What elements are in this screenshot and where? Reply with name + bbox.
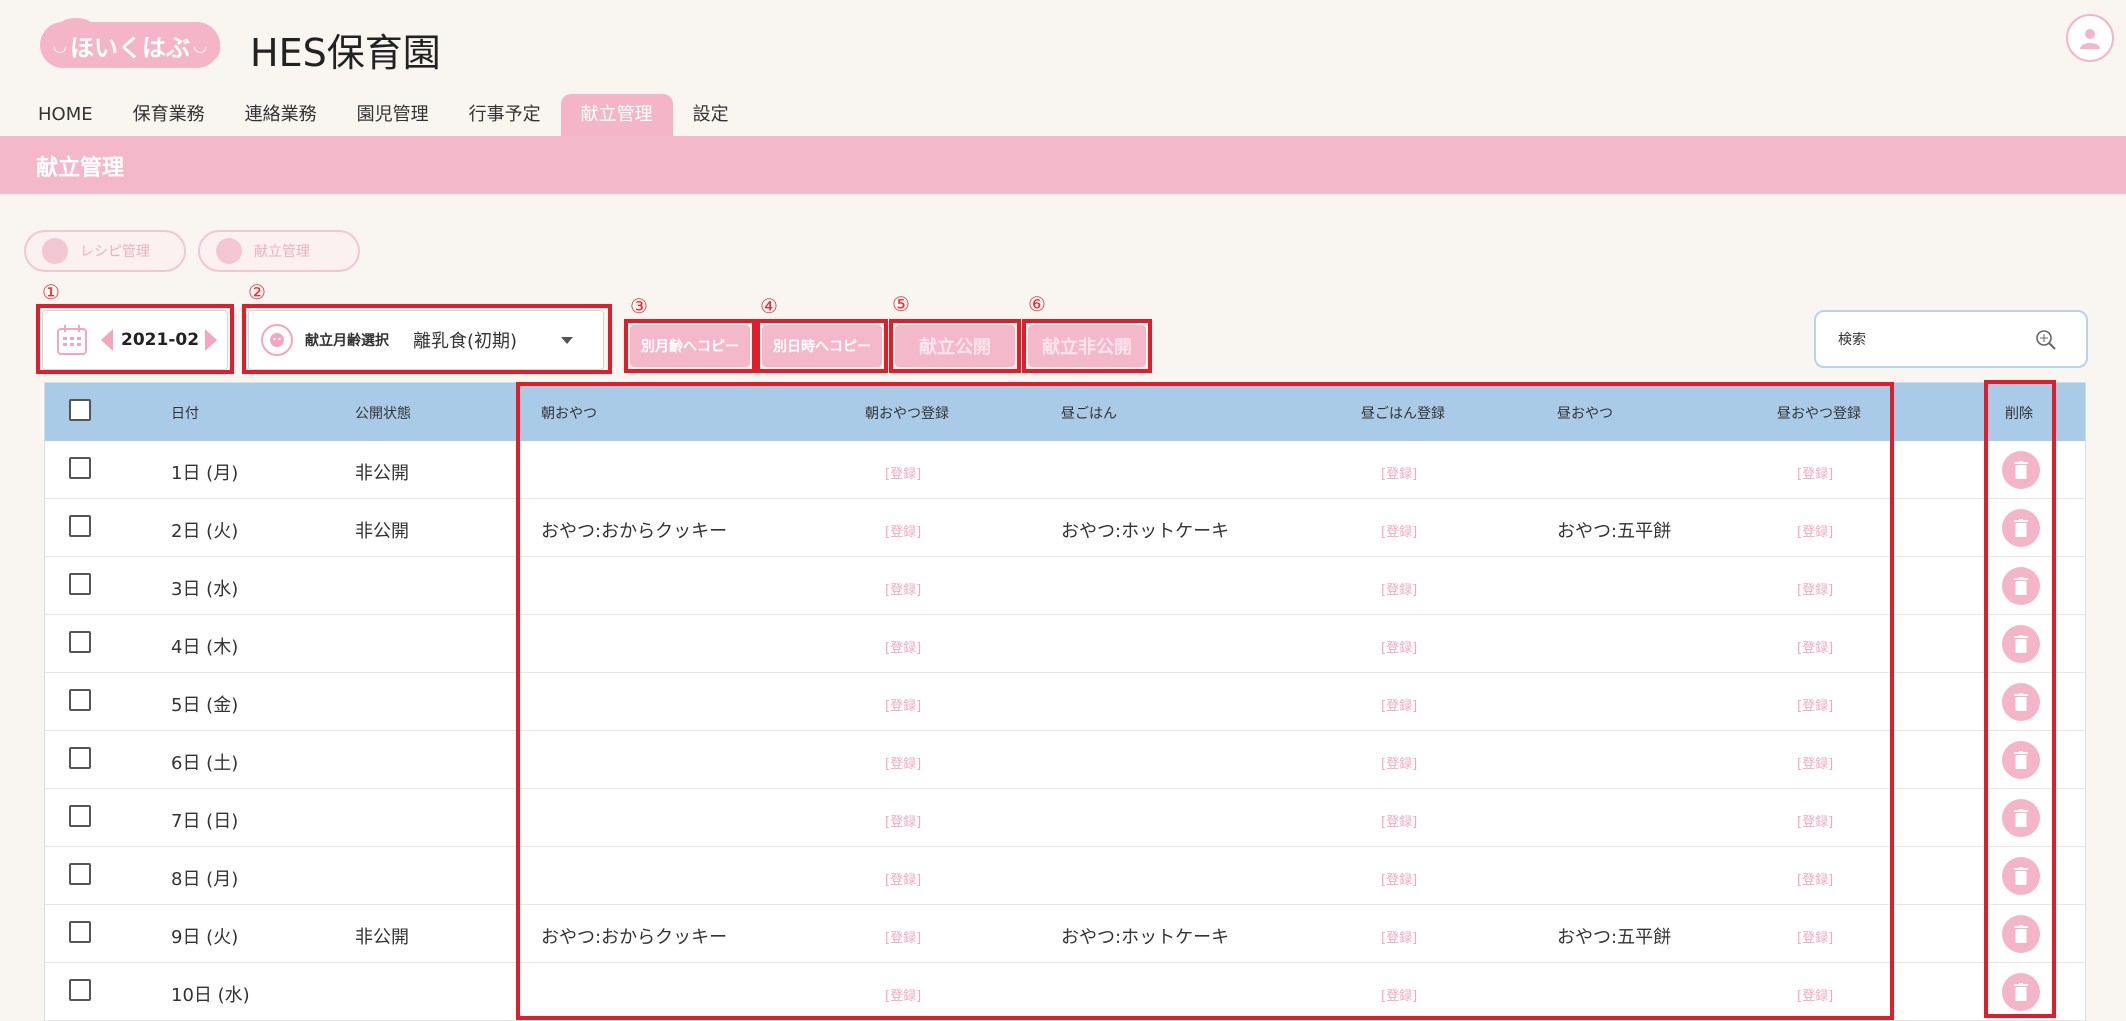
marker-3: ③: [630, 294, 648, 318]
logo-text: ほいくはぶ: [70, 33, 190, 62]
nav-menu[interactable]: 献立管理: [560, 94, 673, 136]
user-avatar[interactable]: [2066, 14, 2114, 62]
row-status: 非公開: [355, 927, 409, 948]
annotation-box-5: [889, 319, 1021, 373]
menu-manage-button[interactable]: 献立管理: [198, 230, 360, 272]
row-date: 6日 (土): [171, 753, 239, 774]
recipe-manage-label: レシピ管理: [80, 244, 150, 260]
row-checkbox[interactable]: [69, 979, 91, 1001]
nav-contact[interactable]: 連絡業務: [225, 94, 337, 136]
row-checkbox[interactable]: [69, 863, 91, 885]
page-banner: 献立管理: [0, 136, 2126, 194]
row-checkbox[interactable]: [69, 689, 91, 711]
smile-icon: ◡: [53, 35, 66, 55]
row-date: 7日 (日): [171, 811, 239, 832]
row-checkbox[interactable]: [69, 631, 91, 653]
marker-5: ⑤: [892, 292, 910, 316]
smile-icon: ◡: [194, 35, 207, 55]
row-status: 非公開: [355, 463, 409, 484]
header-date: 日付: [171, 406, 199, 422]
pot-icon: [42, 238, 68, 264]
nav-settings[interactable]: 設定: [673, 94, 749, 136]
annotation-box-6: [1022, 319, 1152, 373]
row-checkbox[interactable]: [69, 573, 91, 595]
nav-home[interactable]: HOME: [18, 94, 113, 136]
site-title: HES保育園: [250, 31, 441, 75]
row-date: 8日 (月): [171, 869, 239, 890]
user-icon: [2080, 29, 2100, 49]
row-date: 2日 (火): [171, 521, 239, 542]
search-placeholder: 検索: [1838, 332, 1866, 348]
menu-manage-label: 献立管理: [254, 244, 310, 260]
annotation-box-7: [516, 382, 1894, 1020]
row-date: 9日 (火): [171, 927, 239, 948]
marker-6: ⑥: [1028, 292, 1046, 316]
marker-2: ②: [248, 280, 266, 304]
recipe-manage-button[interactable]: レシピ管理: [24, 230, 186, 272]
header-status: 公開状態: [355, 406, 411, 422]
row-date: 10日 (水): [171, 985, 250, 1006]
row-checkbox[interactable]: [69, 921, 91, 943]
main-nav: HOME 保育業務 連絡業務 園児管理 行事予定 献立管理 設定: [18, 94, 749, 136]
row-date: 3日 (水): [171, 579, 239, 600]
nav-childcare[interactable]: 保育業務: [113, 94, 225, 136]
annotation-box-1: [36, 304, 234, 374]
search-icon[interactable]: [2034, 328, 2058, 352]
logo[interactable]: ◡ ほいくはぶ ◡: [40, 22, 220, 68]
row-checkbox[interactable]: [69, 805, 91, 827]
page-title: 献立管理: [36, 156, 125, 181]
row-date: 4日 (木): [171, 637, 239, 658]
row-status: 非公開: [355, 521, 409, 542]
nav-children[interactable]: 園児管理: [337, 94, 449, 136]
marker-1: ①: [42, 280, 60, 304]
select-all-checkbox[interactable]: [69, 399, 91, 421]
row-checkbox[interactable]: [69, 747, 91, 769]
row-date: 5日 (金): [171, 695, 239, 716]
annotation-box-2: [242, 304, 612, 374]
row-checkbox[interactable]: [69, 457, 91, 479]
annotation-box-8: [1984, 380, 2056, 1018]
row-checkbox[interactable]: [69, 515, 91, 537]
child-face-icon: [216, 238, 242, 264]
search-input[interactable]: 検索: [1814, 310, 2088, 368]
nav-events[interactable]: 行事予定: [449, 94, 561, 136]
marker-4: ④: [760, 294, 778, 318]
annotation-box-3: [624, 319, 756, 373]
annotation-box-4: [756, 319, 888, 373]
row-date: 1日 (月): [171, 463, 239, 484]
